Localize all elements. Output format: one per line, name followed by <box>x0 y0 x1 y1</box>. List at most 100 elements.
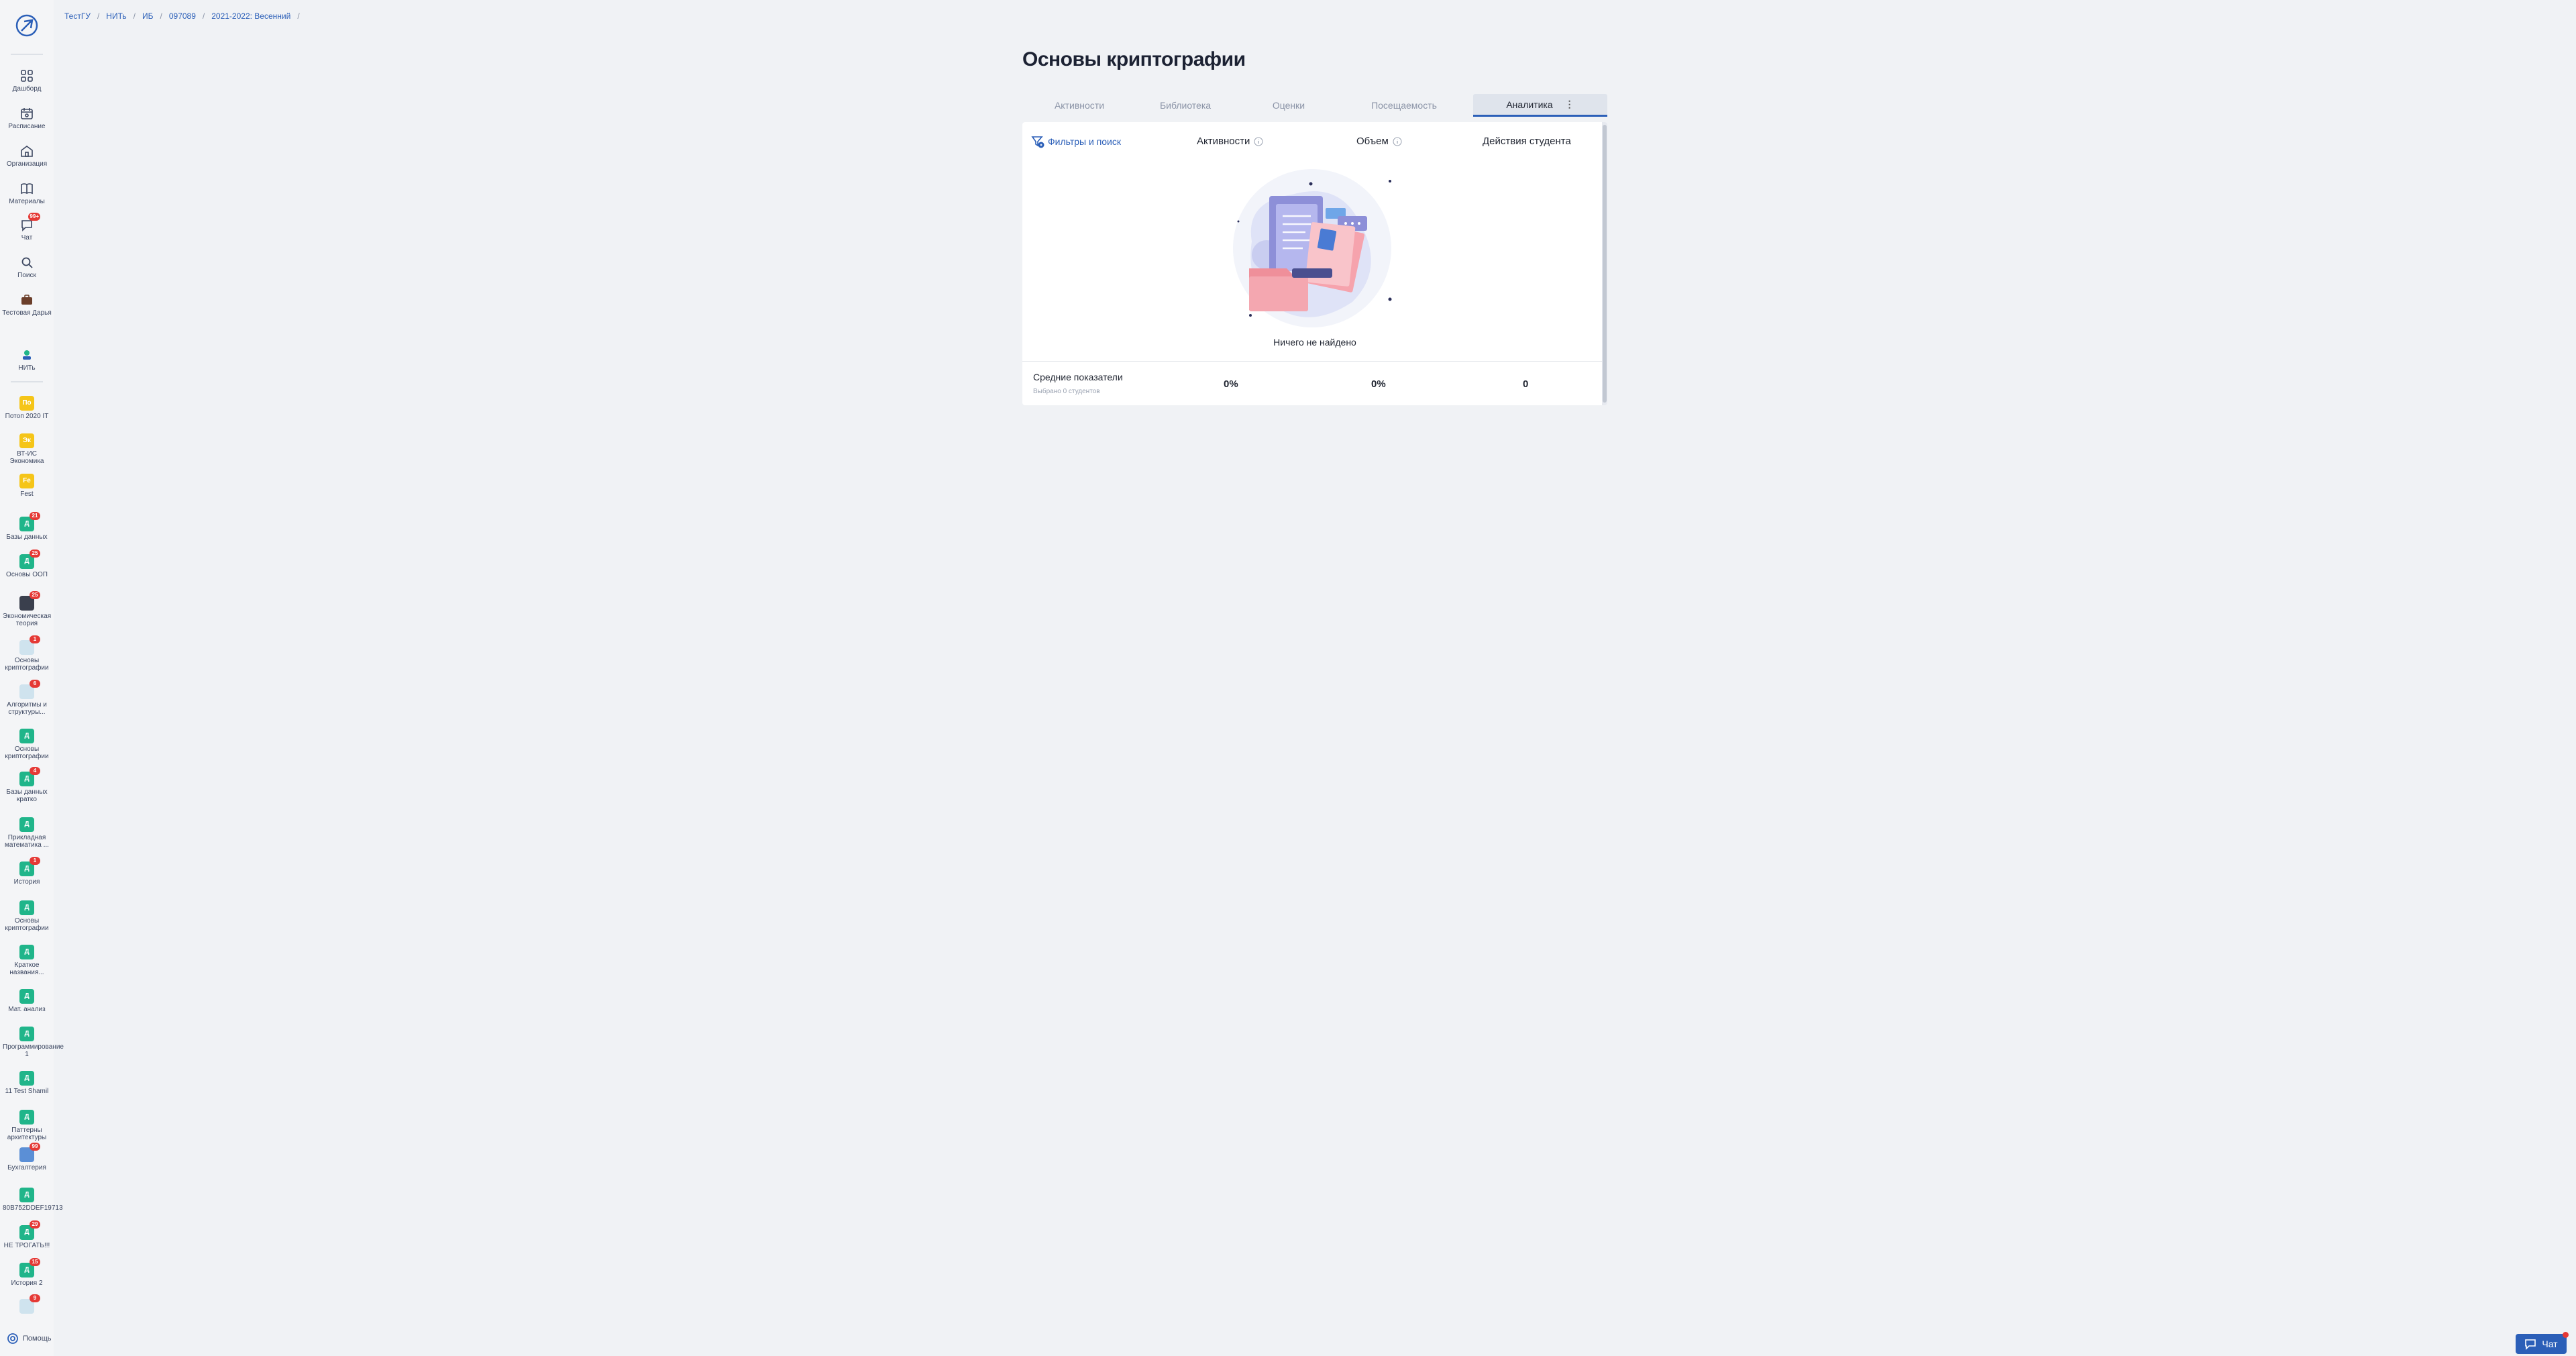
breadcrumb-item[interactable]: НИТь <box>106 11 126 21</box>
sidebar-item-test-darya[interactable]: Тестовая Дарья <box>0 293 54 317</box>
sidebar-item-search[interactable]: Поиск <box>0 255 54 279</box>
sidebar-item-materials[interactable]: Материалы <box>0 181 54 205</box>
breadcrumb-item[interactable]: ИБ <box>142 11 154 21</box>
chat-button[interactable]: Чат <box>2516 1332 2569 1354</box>
course-avatar: Эк <box>19 433 34 448</box>
notification-dot <box>2563 1332 2569 1338</box>
filter-search-button[interactable]: Фильтры и поиск <box>1030 134 1121 149</box>
sidebar-course-item[interactable]: Д Паттерны архитектуры <box>0 1110 54 1141</box>
sidebar-course-item[interactable]: Д 29 НЕ ТРОГАТЬ!!! <box>0 1220 54 1249</box>
breadcrumb-item[interactable]: ТестГУ <box>64 11 91 21</box>
app-logo[interactable] <box>15 13 39 38</box>
breadcrumb-item[interactable]: 2021-2022: Весенний <box>211 11 290 21</box>
average-activities-value: 0% <box>1224 378 1238 390</box>
sidebar-course-item[interactable]: Д 11 Test Shamil <box>0 1071 54 1095</box>
course-avatar: Д 29 <box>19 1220 40 1240</box>
sidebar-course-item[interactable]: Д Мат. анализ <box>0 989 54 1013</box>
notification-badge: 1 <box>30 635 40 643</box>
lifebuoy-icon <box>7 1333 18 1344</box>
sidebar-course-item[interactable]: 9 <box>0 1294 54 1316</box>
sidebar-course-item[interactable]: Д 21 Базы данных <box>0 512 54 541</box>
course-avatar: Д 25 <box>19 550 40 569</box>
column-header-volume[interactable]: Объем <box>1356 136 1402 147</box>
empty-state-illustration <box>1233 169 1392 327</box>
filter-label: Фильтры и поиск <box>1048 136 1122 147</box>
sidebar-divider <box>11 381 43 382</box>
sidebar-item-chat[interactable]: 99+ Чат <box>0 213 54 242</box>
scrollbar[interactable] <box>1602 122 1607 405</box>
tab-attendance[interactable]: Посещаемость <box>1343 94 1465 117</box>
breadcrumb-item[interactable]: 097089 <box>169 11 196 21</box>
course-avatar: Д <box>19 945 34 959</box>
sidebar-course-item[interactable]: 25 Экономическая теория <box>0 591 54 627</box>
info-icon[interactable] <box>1393 137 1402 146</box>
sidebar-course-label: Основы криптографии <box>5 917 49 932</box>
sidebar-course-label: Алгоритмы и структуры... <box>7 701 47 716</box>
sidebar-course-item[interactable]: 99 Бухгалтерия <box>0 1143 54 1171</box>
notification-badge: 29 <box>30 1220 40 1229</box>
sidebar-course-item[interactable]: Д 25 Основы ООП <box>0 550 54 578</box>
briefcase-icon <box>19 293 34 307</box>
sidebar-item-organization[interactable]: Организация <box>0 144 54 168</box>
sidebar-course-label: История <box>13 878 40 886</box>
sidebar-course-item[interactable]: Д Основы криптографии <box>0 900 54 932</box>
course-avatar: Д <box>19 1071 34 1086</box>
sidebar-course-item[interactable]: Д Прикладная математика ... <box>0 817 54 849</box>
more-options-icon[interactable]: ⋮ <box>1565 99 1574 110</box>
column-header-activities[interactable]: Активности <box>1197 136 1263 147</box>
sidebar-item-label: Расписание <box>8 123 46 130</box>
sidebar-item-label: Тестовая Дарья <box>2 309 52 317</box>
notification-badge: 21 <box>30 512 40 520</box>
breadcrumb: ТестГУ / НИТь / ИБ / 097089 / 2021-2022: Вес… <box>64 11 300 21</box>
panel-divider <box>1022 361 1602 362</box>
tab-grades[interactable]: Оценки <box>1234 94 1343 117</box>
info-icon[interactable] <box>1254 137 1263 146</box>
notification-badge: 4 <box>30 767 40 775</box>
course-avatar: Д <box>19 989 34 1004</box>
dashboard-icon <box>19 68 34 83</box>
notification-badge: 25 <box>30 550 40 558</box>
sidebar-course-item[interactable]: 6 Алгоритмы и структуры... <box>0 680 54 716</box>
column-label: Объем <box>1356 136 1389 147</box>
sidebar-item-label: Организация <box>6 160 48 168</box>
sidebar-course-label: Паттерны архитектуры <box>7 1127 47 1141</box>
org-icon <box>19 348 34 362</box>
sidebar-course-item[interactable]: По Потоп 2020 IT <box>0 396 54 420</box>
tab-label: Аналитика <box>1506 99 1553 110</box>
sidebar-course-item[interactable]: Д 1 История <box>0 857 54 886</box>
sidebar-course-item[interactable]: Fe Fest <box>0 474 54 498</box>
sidebar-course-item[interactable]: Д 80B752DDEF19713 <box>0 1188 63 1212</box>
breadcrumb-separator: / <box>202 11 205 21</box>
page-title: Основы криптографии <box>1022 48 1246 70</box>
sidebar-item-label: Чат <box>21 234 33 242</box>
sidebar-item-dashboard[interactable]: Дашборд <box>0 68 54 93</box>
sidebar-course-item[interactable]: 1 Основы криптографии <box>0 635 54 672</box>
course-avatar: Д <box>19 1027 34 1041</box>
tab-library[interactable]: Библиотека <box>1136 94 1234 117</box>
tab-activities[interactable]: Активности <box>1022 94 1136 117</box>
tab-analytics[interactable]: Аналитика ⋮ <box>1473 94 1607 117</box>
sidebar-course-item[interactable]: Эк ВТ-ИС Экономика <box>0 433 54 465</box>
sidebar-course-label: Программирование 1 <box>3 1043 64 1058</box>
help-label: Помощь <box>23 1335 52 1343</box>
sidebar-course-item[interactable]: Д Основы криптографии <box>0 729 54 760</box>
course-avatar: По <box>19 396 34 411</box>
sidebar-course-label: Бухгалтерия <box>7 1164 46 1171</box>
sidebar-item-schedule[interactable]: Расписание <box>0 106 54 130</box>
sidebar-course-item[interactable]: Д 4 Базы данных кратко <box>0 767 54 803</box>
sidebar-course-item[interactable]: Д Краткое названия... <box>0 945 54 976</box>
course-avatar: Д <box>19 729 34 743</box>
scrollbar-thumb[interactable] <box>1603 125 1607 403</box>
column-header-student-actions[interactable]: Действия студента <box>1483 136 1571 147</box>
course-avatar: Fe <box>19 474 34 488</box>
averages-subtitle: Выбрано 0 студентов <box>1033 388 1100 395</box>
sidebar-item-nit[interactable]: НИТь <box>0 348 54 372</box>
tab-bar: Активности Библиотека Оценки Посещаемост… <box>1022 94 1607 117</box>
notification-badge: 99+ <box>28 213 40 221</box>
help-link[interactable]: Помощь <box>7 1333 52 1345</box>
sidebar-course-item[interactable]: Д Программирование 1 <box>0 1027 64 1058</box>
sidebar-course-item[interactable]: Д 15 История 2 <box>0 1258 54 1287</box>
sidebar-course-label: Базы данных <box>6 533 48 541</box>
notification-badge: 1 <box>30 857 40 865</box>
average-volume-value: 0% <box>1371 378 1386 390</box>
